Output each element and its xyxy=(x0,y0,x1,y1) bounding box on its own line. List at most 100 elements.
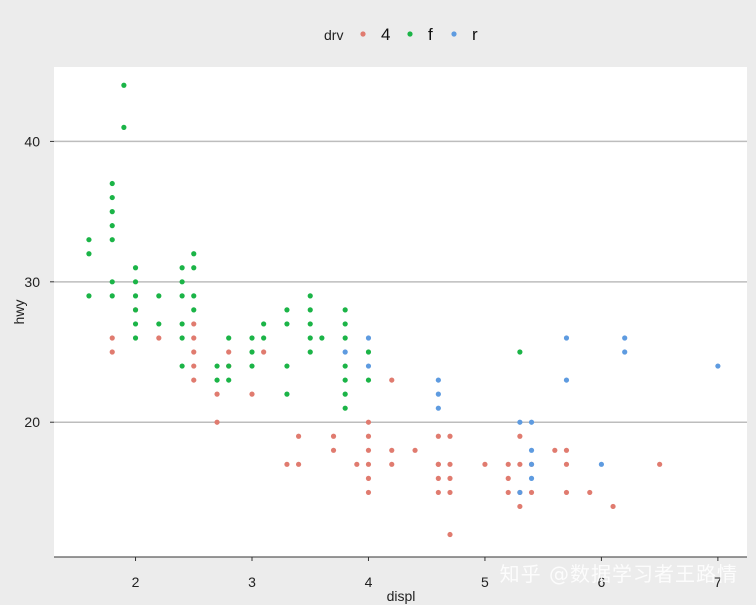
legend-label-f: f xyxy=(428,25,433,44)
data-point-f xyxy=(179,279,185,285)
data-point-r xyxy=(342,349,348,355)
data-point-f xyxy=(132,265,139,271)
data-point-f xyxy=(121,82,127,88)
scatter-chart: drv 4 f r 2 3 4 5 6 7 20 30 40 displ hwy xyxy=(11,25,747,604)
data-point-f xyxy=(342,321,348,327)
data-point-f xyxy=(121,124,127,130)
data-point-f xyxy=(191,265,197,271)
data-point-f xyxy=(284,363,290,369)
x-tick-label: 7 xyxy=(714,574,722,590)
data-point-f xyxy=(284,321,290,327)
data-point-f xyxy=(261,335,267,341)
data-point-r xyxy=(598,461,605,467)
data-point-4 xyxy=(657,461,663,467)
data-point-r xyxy=(715,363,721,369)
data-point-4 xyxy=(109,335,115,341)
data-point-r xyxy=(517,489,523,496)
data-point-4 xyxy=(109,349,115,355)
data-point-f xyxy=(307,335,313,341)
data-point-f xyxy=(226,363,232,369)
data-point-f xyxy=(249,349,255,355)
data-point-f xyxy=(179,265,185,271)
data-point-r xyxy=(365,335,372,341)
data-point-f xyxy=(86,251,92,257)
data-point-f xyxy=(132,279,139,285)
data-point-f xyxy=(365,377,372,383)
data-point-r xyxy=(528,475,535,481)
data-point-4 xyxy=(365,433,372,439)
plot-panel xyxy=(54,67,747,557)
data-point-f xyxy=(132,293,139,299)
legend-key-r xyxy=(451,31,457,37)
data-point-f xyxy=(109,180,115,187)
data-point-f xyxy=(307,307,313,313)
data-point-4 xyxy=(412,447,418,453)
data-point-f xyxy=(284,391,290,397)
data-point-4 xyxy=(295,433,302,439)
data-point-f xyxy=(249,335,255,341)
data-point-f xyxy=(179,363,185,369)
data-point-4 xyxy=(447,489,453,496)
data-point-f xyxy=(365,349,372,355)
data-point-r xyxy=(528,419,535,425)
data-point-f xyxy=(156,321,162,327)
data-point-4 xyxy=(528,489,535,496)
data-point-4 xyxy=(517,503,523,510)
data-point-4 xyxy=(191,363,197,369)
data-point-r xyxy=(528,461,535,467)
data-point-r xyxy=(528,447,535,453)
data-point-4 xyxy=(365,461,372,467)
data-point-4 xyxy=(156,335,162,341)
data-point-f xyxy=(342,307,348,313)
data-point-4 xyxy=(191,377,197,383)
data-point-f xyxy=(307,293,313,299)
data-point-4 xyxy=(505,461,511,467)
data-point-f xyxy=(132,335,139,341)
data-point-4 xyxy=(563,461,570,467)
y-tick-label: 20 xyxy=(24,414,40,430)
x-tick-label: 4 xyxy=(365,574,373,590)
data-point-r xyxy=(563,335,570,341)
y-axis-ticks: 20 30 40 xyxy=(24,133,54,430)
data-point-4 xyxy=(447,531,453,538)
legend-key-4 xyxy=(360,31,366,37)
data-point-f xyxy=(109,209,115,215)
x-tick-label: 3 xyxy=(248,574,256,590)
data-point-4 xyxy=(447,461,453,467)
data-point-f xyxy=(86,237,92,243)
data-point-4 xyxy=(191,321,197,327)
data-point-f xyxy=(226,335,232,341)
data-point-f xyxy=(249,363,255,369)
data-point-f xyxy=(284,307,290,313)
data-point-f xyxy=(342,377,348,383)
data-point-f xyxy=(261,321,267,327)
data-point-4 xyxy=(330,433,337,439)
data-point-4 xyxy=(365,419,372,425)
data-point-4 xyxy=(447,475,453,481)
y-tick-label: 30 xyxy=(24,274,40,290)
data-point-4 xyxy=(191,335,197,341)
data-point-4 xyxy=(447,433,453,439)
data-point-4 xyxy=(563,489,570,496)
legend-key-f xyxy=(407,31,413,37)
x-tick-label: 2 xyxy=(132,574,140,590)
data-point-4 xyxy=(214,419,220,425)
data-point-f xyxy=(132,307,139,313)
data-point-4 xyxy=(435,433,441,439)
data-point-f xyxy=(86,293,92,299)
data-point-f xyxy=(342,335,348,341)
data-point-4 xyxy=(552,447,558,453)
data-point-4 xyxy=(365,489,372,496)
data-point-f xyxy=(179,293,185,299)
data-point-f xyxy=(319,335,325,341)
data-point-r xyxy=(435,405,441,411)
data-point-f xyxy=(191,251,197,257)
data-point-f xyxy=(109,279,115,285)
legend-entries: 4 f r xyxy=(360,25,478,44)
x-tick-label: 5 xyxy=(481,574,489,590)
data-point-4 xyxy=(482,461,488,467)
data-point-4 xyxy=(226,349,232,355)
data-point-f xyxy=(226,377,232,383)
data-point-4 xyxy=(214,391,220,397)
data-point-f xyxy=(307,321,313,327)
